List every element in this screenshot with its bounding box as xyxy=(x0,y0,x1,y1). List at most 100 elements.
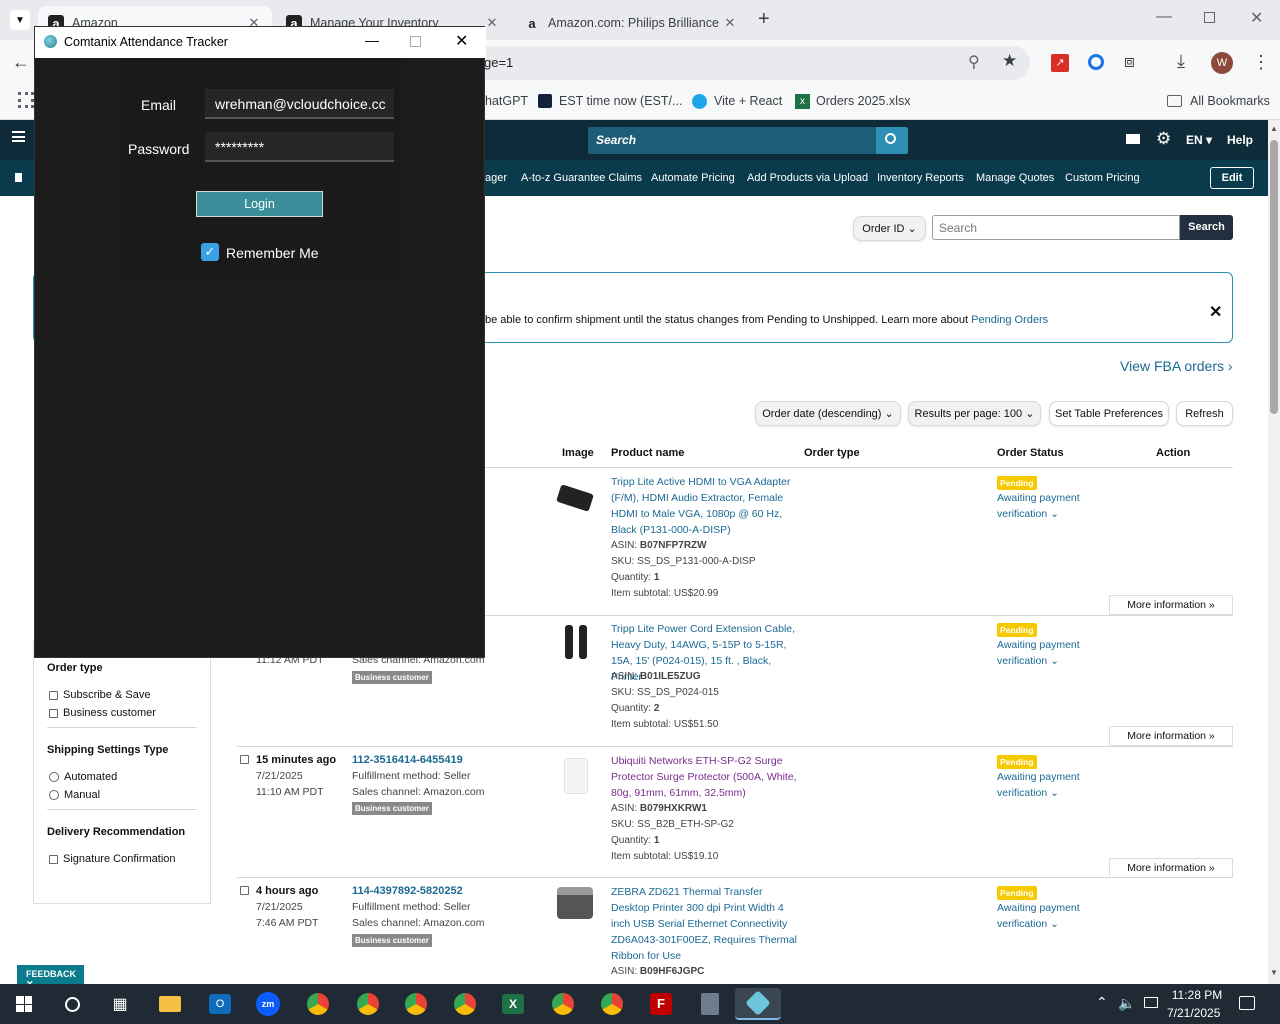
nav-item-add-products-upload[interactable]: Add Products via Upload xyxy=(747,172,868,184)
browser-menu-icon[interactable]: ⋮ xyxy=(1252,52,1270,73)
address-bar[interactable]: ge=1 ⚲ ★ xyxy=(470,46,1030,80)
checkbox[interactable] xyxy=(49,690,58,700)
order-select-checkbox[interactable] xyxy=(240,755,249,764)
close-banner-icon[interactable]: ✕ xyxy=(1209,302,1222,322)
seller-search-button[interactable] xyxy=(876,127,908,154)
page-scrollbar[interactable]: ▲ ▼ xyxy=(1268,120,1280,984)
pdf-extension-icon[interactable]: ↗ xyxy=(1051,54,1069,72)
password-field[interactable]: ********* xyxy=(205,132,394,162)
filter-manual[interactable]: Manual xyxy=(49,789,100,801)
scroll-down-arrow-icon[interactable]: ▼ xyxy=(1270,968,1278,977)
product-name-link[interactable]: ZEBRA ZD621 Thermal Transfer Desktop Pri… xyxy=(611,884,801,964)
order-id-link[interactable]: 114-4397892-5820252 xyxy=(352,885,463,897)
gear-icon[interactable]: ⚙ xyxy=(1156,129,1171,149)
chrome-profile-icon[interactable] xyxy=(400,988,432,1020)
filezilla-icon[interactable]: F xyxy=(645,988,677,1020)
view-fba-orders-link[interactable]: View FBA orders › xyxy=(1120,358,1233,374)
windows-start-icon[interactable] xyxy=(8,988,40,1020)
email-field[interactable]: wrehman@vcloudchoice.cc xyxy=(205,89,394,119)
close-tab-icon[interactable]: ✕ xyxy=(484,15,500,31)
status-detail-link[interactable]: Awaiting payment verification ⌄ xyxy=(997,490,1087,522)
calculator-icon[interactable] xyxy=(694,988,726,1020)
product-name-link[interactable]: Ubiquiti Networks ETH-SP-G2 Surge Protec… xyxy=(611,753,801,801)
edit-nav-button[interactable]: Edit xyxy=(1210,167,1254,189)
nav-item-automate-pricing[interactable]: Automate Pricing xyxy=(651,172,735,184)
more-information-button[interactable]: More information » xyxy=(1109,595,1233,615)
product-name-link[interactable]: Tripp Lite Active HDMI to VGA Adapter (F… xyxy=(611,474,801,538)
task-view-icon[interactable]: ▦ xyxy=(104,988,136,1020)
volume-muted-icon[interactable]: 🔈 xyxy=(1118,995,1135,1012)
chrome-icon[interactable] xyxy=(302,988,334,1020)
order-id-filter-select[interactable]: Order ID ⌄ xyxy=(853,216,926,241)
nav-item-atoz-claims[interactable]: A-to-z Guarantee Claims xyxy=(521,172,642,184)
file-explorer-icon[interactable] xyxy=(154,988,186,1020)
bookmark-nav-icon[interactable] xyxy=(15,173,22,182)
chrome-profile-icon[interactable] xyxy=(547,988,579,1020)
seller-search-input[interactable]: Search xyxy=(588,127,876,154)
order-search-input[interactable]: Search xyxy=(932,215,1180,240)
app-maximize-icon[interactable] xyxy=(410,36,421,47)
filter-business-customer[interactable]: Business customer xyxy=(49,707,156,719)
bookmark-est-time[interactable]: EST time now (EST/... xyxy=(538,90,682,112)
download-icon[interactable]: ⤓ xyxy=(1177,51,1185,72)
system-tray-chevron-icon[interactable]: ⌃ xyxy=(1096,994,1108,1011)
checkbox[interactable] xyxy=(49,708,58,718)
bookmark-star-icon[interactable]: ★ xyxy=(1002,51,1017,71)
checkbox[interactable] xyxy=(49,854,58,864)
all-bookmarks[interactable]: All Bookmarks xyxy=(1167,90,1270,112)
remember-me-checkbox[interactable]: ✓ xyxy=(201,243,219,261)
bookmark-orders-xlsx[interactable]: x Orders 2025.xlsx xyxy=(795,90,910,112)
language-selector[interactable]: EN ▾ xyxy=(1186,133,1212,147)
close-window-icon[interactable]: ✕ xyxy=(1250,8,1263,28)
app-close-icon[interactable]: ✕ xyxy=(455,31,468,51)
scrollbar-thumb[interactable] xyxy=(1270,140,1278,414)
nav-item-manager[interactable]: ager xyxy=(485,172,507,184)
refresh-button[interactable]: Refresh xyxy=(1176,401,1233,426)
help-link[interactable]: Help xyxy=(1227,133,1253,147)
extensions-puzzle-icon[interactable]: ⧈ xyxy=(1124,52,1135,72)
search-icon[interactable] xyxy=(56,988,88,1020)
status-detail-link[interactable]: Awaiting payment verification ⌄ xyxy=(997,769,1087,801)
excel-app-icon[interactable]: X xyxy=(497,988,529,1020)
restore-window-icon[interactable] xyxy=(1204,12,1215,23)
network-icon[interactable] xyxy=(1144,997,1158,1008)
hamburger-menu-icon[interactable] xyxy=(12,131,25,142)
clock-date[interactable]: 7/21/2025 xyxy=(1167,1006,1220,1020)
bookmark-chatgpt[interactable]: hatGPT xyxy=(485,90,528,112)
order-search-button[interactable]: Search xyxy=(1180,215,1233,240)
radio[interactable] xyxy=(49,790,59,800)
minimize-window-icon[interactable]: — xyxy=(1156,8,1172,26)
login-button[interactable]: Login xyxy=(196,191,323,217)
sort-select[interactable]: Order date (descending) ⌄ xyxy=(755,401,901,426)
more-information-button[interactable]: More information » xyxy=(1109,726,1233,746)
pending-orders-link[interactable]: Pending Orders xyxy=(971,314,1048,326)
profile-avatar[interactable]: W xyxy=(1211,52,1233,74)
set-table-preferences-button[interactable]: Set Table Preferences xyxy=(1049,401,1169,426)
apps-grid-icon[interactable] xyxy=(18,92,34,108)
order-id-link[interactable]: 112-3516414-6455419 xyxy=(352,754,463,766)
nav-item-manage-quotes[interactable]: Manage Quotes xyxy=(976,172,1054,184)
bookmark-vite-react[interactable]: Vite + React xyxy=(692,90,782,112)
status-detail-link[interactable]: Awaiting payment verification ⌄ xyxy=(997,637,1087,669)
notifications-icon[interactable] xyxy=(1239,996,1255,1010)
tab-philips[interactable]: a Amazon.com: Philips Brilliance 2 ✕ xyxy=(514,6,748,40)
feedback-button[interactable]: FEEDBACK ✕ xyxy=(17,965,84,989)
more-information-button[interactable]: More information » xyxy=(1109,858,1233,878)
filter-subscribe-save[interactable]: Subscribe & Save xyxy=(49,689,150,701)
order-select-checkbox[interactable] xyxy=(240,886,249,895)
nav-item-custom-pricing[interactable]: Custom Pricing xyxy=(1065,172,1140,184)
results-per-page-select[interactable]: Results per page: 100 ⌄ xyxy=(908,401,1041,426)
extension-icon[interactable] xyxy=(1088,54,1104,70)
filter-signature-confirmation[interactable]: Signature Confirmation xyxy=(49,853,176,865)
app-minimize-icon[interactable]: — xyxy=(365,32,379,48)
status-detail-link[interactable]: Awaiting payment verification ⌄ xyxy=(997,900,1087,932)
new-tab-icon[interactable]: + xyxy=(758,8,770,31)
tab-search-menu[interactable]: ▼ xyxy=(10,10,30,30)
outlook-icon[interactable]: O xyxy=(204,988,236,1020)
back-icon[interactable]: ← xyxy=(12,52,30,73)
zoom-app-icon[interactable]: zm xyxy=(252,988,284,1020)
mail-icon[interactable] xyxy=(1126,134,1140,144)
clock-time[interactable]: 11:28 PM xyxy=(1171,988,1223,1002)
zoom-icon[interactable]: ⚲ xyxy=(968,52,980,72)
nav-item-inventory-reports[interactable]: Inventory Reports xyxy=(877,172,964,184)
